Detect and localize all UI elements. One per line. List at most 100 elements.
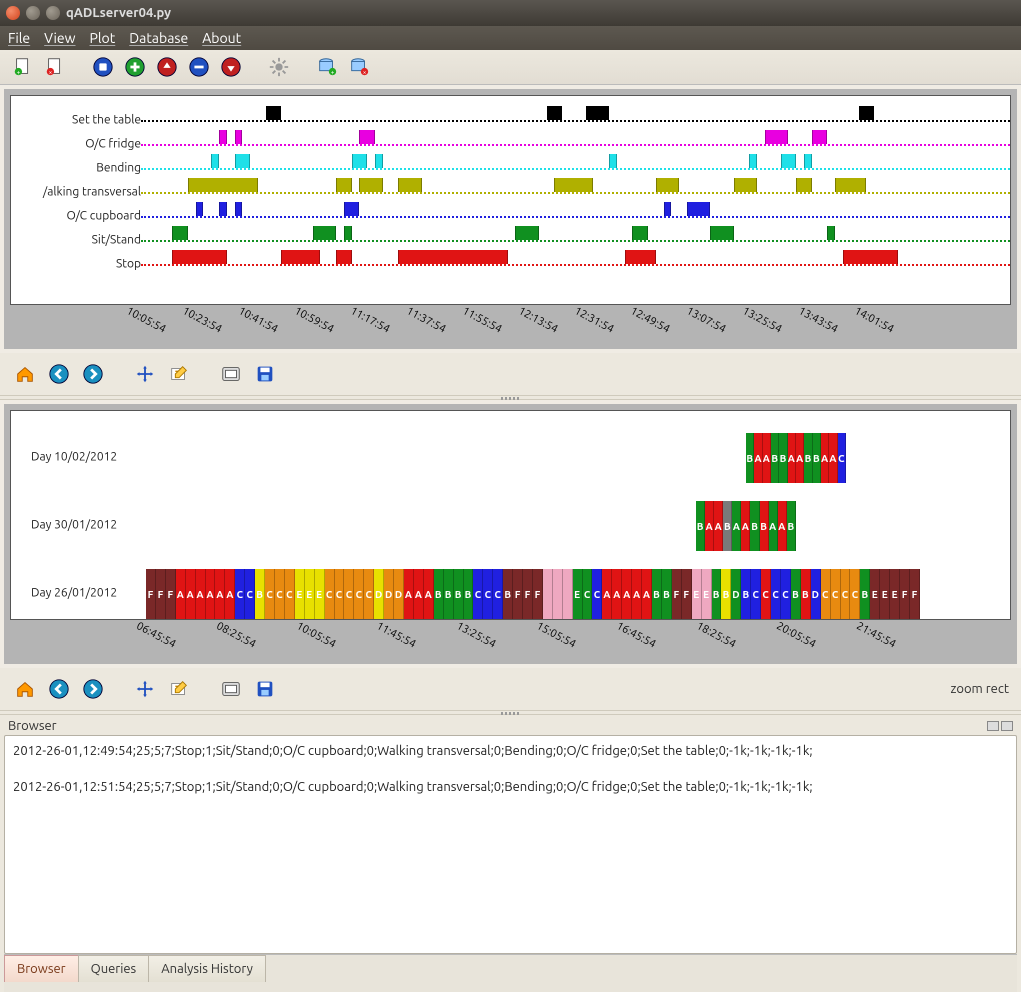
day-segment: F xyxy=(533,569,543,619)
close-icon[interactable] xyxy=(6,6,20,20)
tab-browser[interactable]: Browser xyxy=(4,955,79,982)
x-tick: 14:01:54 xyxy=(852,305,895,336)
x-tick: 10:59:54 xyxy=(292,305,335,336)
day-segment: B xyxy=(746,433,754,483)
chart2-panel: Day 10/02/2012BAABBAABBAACDay 30/01/2012… xyxy=(4,404,1017,664)
day-segment: A xyxy=(732,501,741,551)
settings-icon[interactable] xyxy=(266,54,292,80)
day-segment: D xyxy=(374,569,384,619)
x-tick: 18:25:54 xyxy=(694,620,737,651)
panel-restore-icon[interactable] xyxy=(987,721,999,731)
day-segment: C xyxy=(364,569,374,619)
activity-bar xyxy=(336,178,352,192)
activity-bar xyxy=(547,106,563,120)
x-tick: 08:25:54 xyxy=(214,620,257,651)
activity-bar xyxy=(812,130,828,144)
x-tick: 12:13:54 xyxy=(516,305,559,336)
bottom-tabbar: BrowserQueriesAnalysis History xyxy=(4,954,1017,982)
edit-icon[interactable] xyxy=(166,676,192,702)
remove-icon[interactable] xyxy=(186,54,212,80)
activity-bar xyxy=(375,154,383,168)
splitter[interactable] xyxy=(0,395,1021,400)
splitter-2[interactable] xyxy=(0,710,1021,715)
chart1-panel: Set the tableO/C fridgeBending/alking tr… xyxy=(4,89,1017,349)
day-segment: B xyxy=(804,433,812,483)
back-icon[interactable] xyxy=(46,676,72,702)
delete-document-icon[interactable]: × xyxy=(42,54,68,80)
x-tick: 13:25:54 xyxy=(740,305,783,336)
panel-close-icon[interactable] xyxy=(1001,721,1013,731)
activity-bar xyxy=(344,226,352,240)
day-segment: B xyxy=(464,569,474,619)
pan-icon[interactable] xyxy=(132,361,158,387)
menu-about[interactable]: About xyxy=(202,30,241,46)
day-segment: E xyxy=(315,569,325,619)
menu-view[interactable]: View xyxy=(44,30,75,46)
x-tick: 12:31:54 xyxy=(572,305,615,336)
activity-bar xyxy=(172,226,188,240)
day-segment: B xyxy=(791,569,801,619)
activity-bar xyxy=(664,202,672,216)
tab-analysis-history[interactable]: Analysis History xyxy=(148,955,266,982)
day-segment: F xyxy=(156,569,166,619)
pan-icon[interactable] xyxy=(132,676,158,702)
x-tick: 12:49:54 xyxy=(628,305,671,336)
x-tick: 20:05:54 xyxy=(774,620,817,651)
window-title: qADLserver04.py xyxy=(66,6,171,20)
edit-icon[interactable] xyxy=(166,361,192,387)
day-segment: B xyxy=(801,569,811,619)
browser-textarea[interactable]: 2012-26-01,12:49:54;25;5;7;Stop;1;Sit/St… xyxy=(4,735,1017,954)
menu-plot[interactable]: Plot xyxy=(90,30,116,46)
activity-bar xyxy=(352,154,368,168)
back-icon[interactable] xyxy=(46,361,72,387)
x-tick: 21:45:54 xyxy=(854,620,897,651)
forward-icon[interactable] xyxy=(80,676,106,702)
day-segment: A xyxy=(622,569,632,619)
home-icon[interactable] xyxy=(12,676,38,702)
day-segment: C xyxy=(751,569,761,619)
maximize-icon[interactable] xyxy=(46,6,60,20)
zoom-rect-label: zoom rect xyxy=(950,682,1009,696)
minimize-icon[interactable] xyxy=(26,6,40,20)
save-icon[interactable] xyxy=(252,676,278,702)
up-icon[interactable] xyxy=(154,54,180,80)
day-segment: C xyxy=(761,569,771,619)
menu-database[interactable]: Database xyxy=(129,30,188,46)
day-segment: C xyxy=(275,569,285,619)
day-segment: D xyxy=(394,569,404,619)
day-segment: F xyxy=(900,569,910,619)
day-segment: A xyxy=(821,433,829,483)
day-segment: C xyxy=(592,569,602,619)
db-remove-icon[interactable]: × xyxy=(346,54,372,80)
day-segment: B xyxy=(771,433,779,483)
day-segment: F xyxy=(523,569,533,619)
x-tick: 10:23:54 xyxy=(180,305,223,336)
record-icon[interactable] xyxy=(90,54,116,80)
db-add-icon[interactable]: + xyxy=(314,54,340,80)
day-segment: C xyxy=(841,569,851,619)
save-icon[interactable] xyxy=(252,361,278,387)
new-document-icon[interactable]: + xyxy=(10,54,36,80)
snapshot-icon[interactable] xyxy=(218,361,244,387)
x-tick: 11:17:54 xyxy=(348,305,391,336)
activity-bar xyxy=(336,250,352,264)
x-tick: 15:05:54 xyxy=(534,620,577,651)
day-segment: A xyxy=(215,569,225,619)
activity-bar xyxy=(359,178,382,192)
snapshot-icon[interactable] xyxy=(218,676,244,702)
add-icon[interactable] xyxy=(122,54,148,80)
day-segment: A xyxy=(714,501,723,551)
day-bar: BAABAABBAAB xyxy=(696,501,796,551)
day-segment: A xyxy=(642,569,652,619)
day-segment: E xyxy=(305,569,315,619)
activity-bar xyxy=(843,250,898,264)
day-segment: C xyxy=(838,433,846,483)
svg-text:+: + xyxy=(331,69,335,76)
home-icon[interactable] xyxy=(12,361,38,387)
activity-bar xyxy=(687,202,710,216)
menu-file[interactable]: File xyxy=(8,30,30,46)
activity-bar xyxy=(359,130,375,144)
down-icon[interactable] xyxy=(218,54,244,80)
tab-queries[interactable]: Queries xyxy=(78,955,150,982)
forward-icon[interactable] xyxy=(80,361,106,387)
